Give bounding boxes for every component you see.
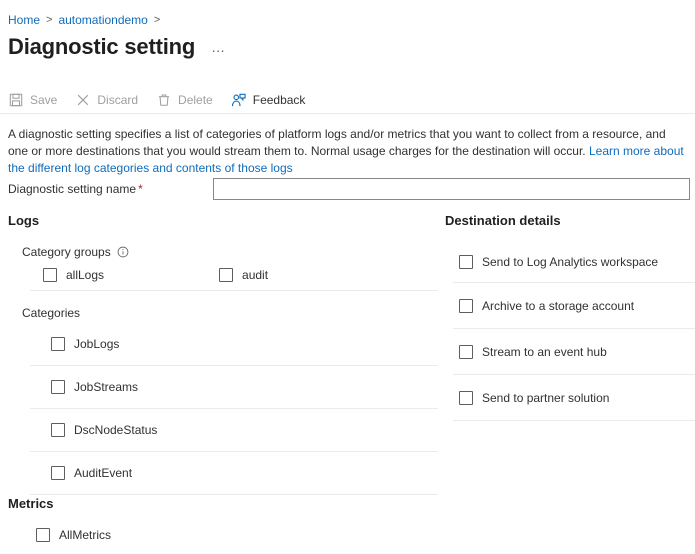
feedback-icon bbox=[231, 92, 247, 108]
diagnostic-setting-name-label-text: Diagnostic setting name bbox=[8, 182, 136, 196]
checkbox-jobstreams-box[interactable] bbox=[51, 380, 65, 394]
toolbar-divider bbox=[0, 113, 695, 114]
list-item: AuditEvent bbox=[8, 452, 438, 494]
page-title-row: Diagnostic setting … bbox=[8, 32, 226, 62]
list-item: Send to partner solution bbox=[445, 375, 695, 420]
diagnostic-setting-name-label: Diagnostic setting name* bbox=[8, 181, 213, 197]
list-item: Archive to a storage account bbox=[445, 283, 695, 328]
delete-button-label: Delete bbox=[178, 92, 213, 108]
description-text: A diagnostic setting specifies a list of… bbox=[8, 126, 686, 177]
breadcrumb-separator-icon-2: > bbox=[154, 12, 160, 28]
list-item: Stream to an event hub bbox=[445, 329, 695, 374]
checkbox-stream-to-an-event-hub-box[interactable] bbox=[459, 345, 473, 359]
checkbox-stream-to-an-event-hub[interactable]: Stream to an event hub bbox=[459, 344, 607, 360]
list-item: AllMetrics bbox=[8, 521, 438, 549]
delete-icon bbox=[156, 92, 172, 108]
checkbox-joblogs[interactable]: JobLogs bbox=[51, 336, 119, 352]
discard-button-label: Discard bbox=[97, 92, 138, 108]
checkbox-archive-to-a-storage-account[interactable]: Archive to a storage account bbox=[459, 298, 634, 314]
categories-label-text: Categories bbox=[22, 305, 80, 321]
save-button[interactable]: Save bbox=[8, 88, 57, 112]
logs-section: Logs Category groups allLogs audit bbox=[8, 212, 438, 495]
checkbox-dscnodestatus[interactable]: DscNodeStatus bbox=[51, 422, 157, 438]
breadcrumb-separator-icon: > bbox=[46, 12, 52, 28]
checkbox-send-to-partner-solution-box[interactable] bbox=[459, 391, 473, 405]
checkbox-send-to-partner-solution[interactable]: Send to partner solution bbox=[459, 390, 609, 406]
category-groups-label-text: Category groups bbox=[22, 244, 111, 260]
checkbox-stream-to-an-event-hub-label: Stream to an event hub bbox=[482, 344, 607, 360]
checkbox-audit-box[interactable] bbox=[219, 268, 233, 282]
checkbox-send-to-partner-solution-label: Send to partner solution bbox=[482, 390, 609, 406]
checkbox-send-to-log-analytics-workspace[interactable]: Send to Log Analytics workspace bbox=[459, 254, 658, 270]
checkbox-auditevent-box[interactable] bbox=[51, 466, 65, 480]
checkbox-allmetrics-label: AllMetrics bbox=[59, 527, 111, 543]
categories-label: Categories bbox=[22, 305, 438, 321]
checkbox-audit-label: audit bbox=[242, 267, 268, 283]
row-divider bbox=[30, 290, 438, 291]
feedback-button-label: Feedback bbox=[253, 92, 306, 108]
save-button-label: Save bbox=[30, 92, 57, 108]
breadcrumb: Home > automationdemo > bbox=[8, 12, 166, 28]
feedback-button[interactable]: Feedback bbox=[231, 88, 306, 112]
checkbox-joblogs-box[interactable] bbox=[51, 337, 65, 351]
checkbox-allmetrics-box[interactable] bbox=[36, 528, 50, 542]
more-options-icon[interactable]: … bbox=[211, 39, 226, 55]
required-marker: * bbox=[138, 182, 143, 196]
breadcrumb-item-automationdemo[interactable]: automationdemo bbox=[58, 12, 147, 28]
checkbox-jobstreams[interactable]: JobStreams bbox=[51, 379, 138, 395]
info-icon[interactable] bbox=[117, 246, 129, 258]
metrics-section-title: Metrics bbox=[8, 495, 438, 513]
checkbox-alllogs-label: allLogs bbox=[66, 267, 104, 283]
page-title: Diagnostic setting bbox=[8, 32, 195, 62]
list-item: DscNodeStatus bbox=[8, 409, 438, 451]
list-item: JobLogs bbox=[8, 323, 438, 365]
checkbox-archive-to-a-storage-account-box[interactable] bbox=[459, 299, 473, 313]
checkbox-joblogs-label: JobLogs bbox=[74, 336, 119, 352]
metrics-section: Metrics AllMetrics bbox=[8, 495, 438, 549]
checkbox-jobstreams-label: JobStreams bbox=[74, 379, 138, 395]
checkbox-auditevent[interactable]: AuditEvent bbox=[51, 465, 132, 481]
row-divider bbox=[453, 420, 695, 421]
diagnostic-setting-page: Home > automationdemo > Diagnostic setti… bbox=[0, 0, 695, 554]
diagnostic-setting-name-row: Diagnostic setting name* bbox=[8, 178, 690, 200]
checkbox-dscnodestatus-box[interactable] bbox=[51, 423, 65, 437]
category-groups-row: allLogs audit bbox=[8, 260, 438, 290]
checkbox-send-to-log-analytics-workspace-label: Send to Log Analytics workspace bbox=[482, 254, 658, 270]
checkbox-alllogs[interactable]: allLogs bbox=[43, 267, 104, 283]
description-body: A diagnostic setting specifies a list of… bbox=[8, 127, 666, 158]
checkbox-alllogs-box[interactable] bbox=[43, 268, 57, 282]
checkbox-allmetrics[interactable]: AllMetrics bbox=[36, 527, 111, 543]
command-bar: Save Discard Delete bbox=[8, 88, 323, 112]
checkbox-send-to-log-analytics-workspace-box[interactable] bbox=[459, 255, 473, 269]
discard-icon bbox=[75, 92, 91, 108]
delete-button[interactable]: Delete bbox=[156, 88, 213, 112]
list-item: Send to Log Analytics workspace bbox=[445, 242, 695, 282]
diagnostic-setting-name-input[interactable] bbox=[213, 178, 690, 200]
save-icon bbox=[8, 92, 24, 108]
checkbox-dscnodestatus-label: DscNodeStatus bbox=[74, 422, 157, 438]
destination-details-title: Destination details bbox=[445, 212, 695, 230]
breadcrumb-item-home[interactable]: Home bbox=[8, 12, 40, 28]
discard-button[interactable]: Discard bbox=[75, 88, 138, 112]
logs-section-title: Logs bbox=[8, 212, 438, 230]
checkbox-audit[interactable]: audit bbox=[219, 267, 268, 283]
category-groups-label: Category groups bbox=[22, 244, 438, 260]
list-item: JobStreams bbox=[8, 366, 438, 408]
destination-details-section: Destination details Send to Log Analytic… bbox=[445, 212, 695, 421]
checkbox-auditevent-label: AuditEvent bbox=[74, 465, 132, 481]
checkbox-archive-to-a-storage-account-label: Archive to a storage account bbox=[482, 298, 634, 314]
